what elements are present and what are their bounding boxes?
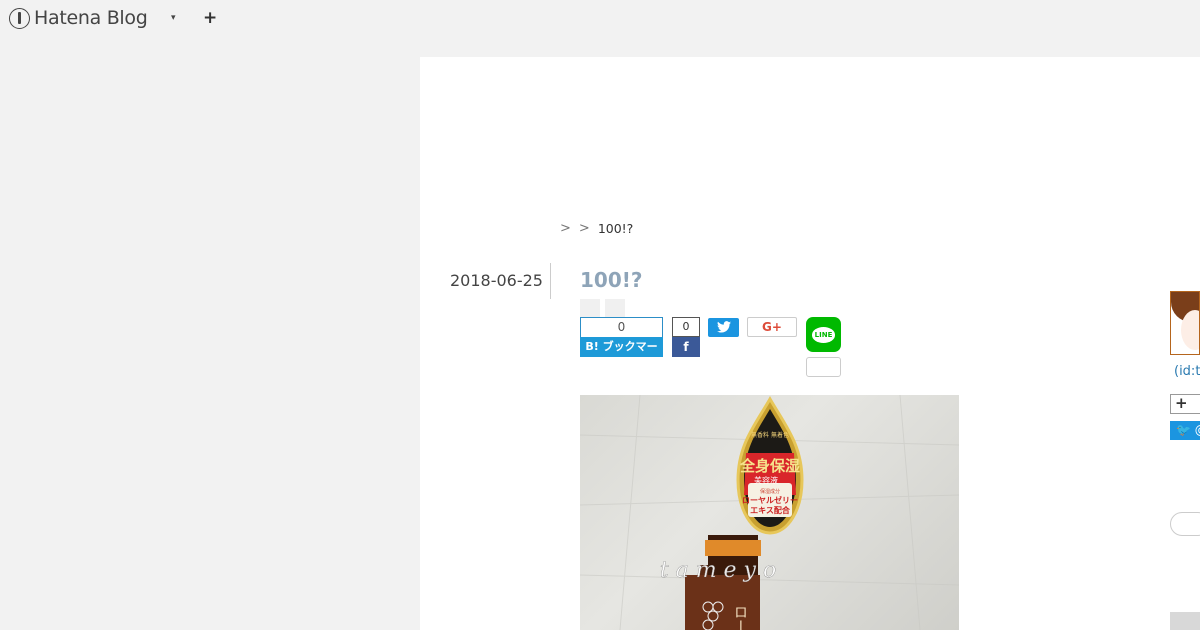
logo-text: Hatena Blog [34, 7, 148, 29]
twitter-icon [716, 321, 731, 333]
hatena-logo-icon [9, 7, 30, 29]
googleplus-share-button[interactable]: G+ [747, 317, 797, 337]
line-icon: LINE [811, 326, 836, 343]
breadcrumb-separator: > [560, 221, 571, 236]
breadcrumb-separator: > [578, 221, 590, 236]
product-bottle-image: ロー 無香料 無着色 全身保湿 美容液 保湿成分 ローヤルゼリー エキス配合 t… [580, 395, 959, 630]
main-content: > > 100!? 2018-06-25 100!? 0 B! ブックマーク 0… [420, 57, 1200, 630]
facebook-share-button[interactable]: f [672, 337, 700, 357]
divider [550, 263, 551, 299]
facebook-share-count[interactable]: 0 [672, 317, 700, 337]
breadcrumb: > > 100!? [560, 221, 633, 236]
entry-categories [580, 299, 625, 319]
svg-text:t a m e y o: t a m e y o [660, 558, 776, 583]
line-share-count[interactable] [806, 357, 841, 377]
svg-text:ロー: ロー [732, 605, 748, 630]
line-share-button[interactable]: LINE [806, 317, 841, 352]
avatar-face [1181, 310, 1199, 350]
svg-text:全身保湿: 全身保湿 [739, 457, 800, 475]
add-icon[interactable]: + [203, 8, 217, 28]
breadcrumb-current: 100!? [597, 221, 634, 236]
entry-photo[interactable]: ロー 無香料 無着色 全身保湿 美容液 保湿成分 ローヤルゼリー エキス配合 t… [580, 395, 959, 630]
hatena-bookmark-count[interactable]: 0 [580, 317, 663, 337]
follow-button[interactable]: + [1170, 394, 1200, 414]
sidebar-search-input[interactable] [1170, 512, 1200, 536]
entry-title[interactable]: 100!? [580, 268, 642, 292]
category-tag[interactable] [580, 299, 600, 319]
author-id-link[interactable]: (id:t [1174, 364, 1200, 379]
menu-dropdown-icon[interactable]: ▾ [171, 13, 176, 23]
svg-text:美容液: 美容液 [754, 475, 778, 485]
twitter-share-button[interactable] [708, 318, 739, 337]
category-tag[interactable] [605, 299, 625, 319]
hatena-blog-logo[interactable]: Hatena Blog [9, 7, 148, 29]
author-avatar[interactable] [1170, 291, 1200, 355]
facebook-icon: f [683, 340, 689, 354]
sidebar-thumbnail[interactable] [1170, 612, 1200, 630]
svg-text:ローヤルゼリー: ローヤルゼリー [742, 495, 798, 505]
svg-text:保湿成分: 保湿成分 [760, 488, 780, 495]
svg-text:エキス配合: エキス配合 [750, 505, 791, 515]
entry-date[interactable]: 2018-06-25 [450, 271, 543, 290]
twitter-follow-button[interactable]: 🐦 @ [1170, 421, 1200, 440]
top-bar: Hatena Blog ▾ + [0, 0, 1200, 38]
svg-text:無香料 無着色: 無香料 無着色 [751, 431, 789, 439]
hatena-bookmark-button[interactable]: B! ブックマーク [580, 337, 663, 373]
